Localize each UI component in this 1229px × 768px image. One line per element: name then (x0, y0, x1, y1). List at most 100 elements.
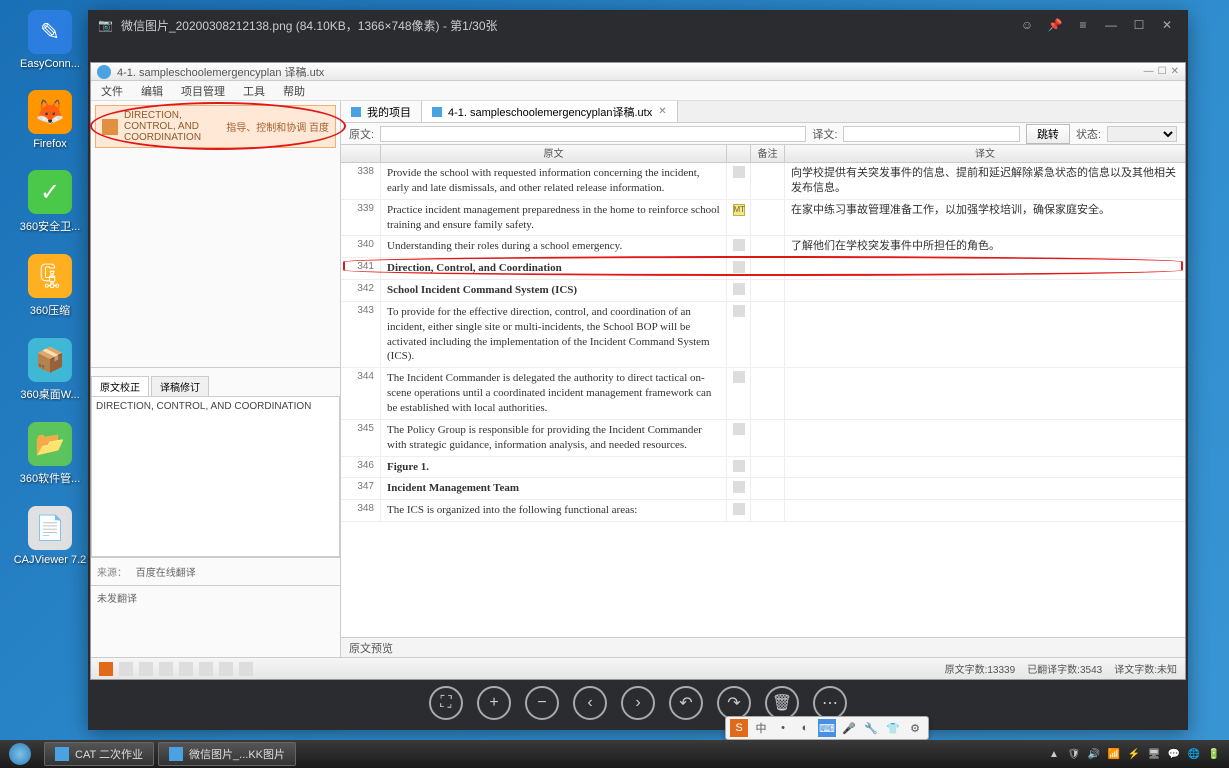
segment-row[interactable]: 338Provide the school with requested inf… (341, 163, 1185, 200)
segment-row[interactable]: 343To provide for the effective directio… (341, 302, 1185, 368)
note-cell[interactable] (751, 302, 785, 367)
source-cell[interactable]: Practice incident management preparednes… (381, 200, 727, 236)
next-button[interactable]: › (621, 686, 655, 720)
tray-icon[interactable]: 📶 (1107, 747, 1121, 761)
ime-tool-icon[interactable]: 🔧 (862, 719, 880, 737)
more-button[interactable]: ⋯ (813, 686, 847, 720)
filter-status-select[interactable] (1107, 126, 1177, 142)
segment-row[interactable]: 339Practice incident management prepared… (341, 200, 1185, 237)
tray-icon[interactable]: ▲ (1047, 747, 1061, 761)
note-cell[interactable] (751, 280, 785, 301)
filter-src-input[interactable] (380, 126, 806, 142)
note-cell[interactable] (751, 236, 785, 257)
grid-body[interactable]: 338Provide the school with requested inf… (341, 163, 1185, 637)
segment-row[interactable]: 342School Incident Command System (ICS) (341, 280, 1185, 302)
ime-mic-icon[interactable]: 🎤 (840, 719, 858, 737)
source-cell[interactable]: Provide the school with requested inform… (381, 163, 727, 199)
document-tab[interactable]: 4-1. sampleschoolemergencyplan译稿.utx✕ (422, 101, 678, 122)
segment-row[interactable]: 348The ICS is organized into the followi… (341, 500, 1185, 522)
note-cell[interactable] (751, 200, 785, 236)
target-cell[interactable] (785, 280, 1185, 301)
tray-icon[interactable]: 🌐 (1187, 747, 1201, 761)
rotate-right-button[interactable]: ↷ (717, 686, 751, 720)
desktop-icon[interactable]: 🦊Firefox (10, 90, 90, 150)
source-cell[interactable]: Incident Management Team (381, 478, 727, 499)
ime-lang-button[interactable]: 中 (752, 719, 770, 737)
zoom-in-button[interactable]: + (477, 686, 511, 720)
target-cell[interactable]: 在家中练习事故管理准备工作，以加强学校培训，确保家庭安全。 (785, 200, 1185, 236)
source-cell[interactable]: The Policy Group is responsible for prov… (381, 420, 727, 456)
menu-item[interactable]: 项目管理 (181, 83, 225, 99)
ime-skin-icon[interactable]: 👕 (884, 719, 902, 737)
desktop-icon[interactable]: 🗜360压缩 (10, 254, 90, 318)
ime-punct-button[interactable]: • (774, 719, 792, 737)
source-cell[interactable]: The ICS is organized into the following … (381, 500, 727, 521)
filter-tgt-input[interactable] (843, 126, 1020, 142)
filter-go-button[interactable]: 跳转 (1026, 124, 1070, 144)
fit-button[interactable]: ⛶ (429, 686, 463, 720)
segment-row[interactable]: 340Understanding their roles during a sc… (341, 236, 1185, 258)
source-cell[interactable]: Direction, Control, and Coordination (381, 258, 727, 279)
delete-button[interactable]: 🗑 (765, 686, 799, 720)
ime-toolbar[interactable]: S 中 • ◐ ⌨ 🎤 🔧 👕 ⚙ (725, 716, 929, 740)
tray-icon[interactable]: 🖥 (1147, 747, 1161, 761)
tray-icon[interactable]: 🛡 (1067, 747, 1081, 761)
note-cell[interactable] (751, 500, 785, 521)
target-cell[interactable]: 向学校提供有关突发事件的信息、提前和延迟解除紧急状态的信息以及其他相关发布信息。 (785, 163, 1185, 199)
taskbar-item[interactable]: CAT 二次作业 (44, 742, 154, 766)
tray-icon[interactable]: ⚡ (1127, 747, 1141, 761)
note-cell[interactable] (751, 368, 785, 419)
segment-row[interactable]: 345The Policy Group is responsible for p… (341, 420, 1185, 457)
menu-item[interactable]: 工具 (243, 83, 265, 99)
target-cell[interactable] (785, 420, 1185, 456)
status-icon[interactable] (119, 662, 133, 676)
status-icon[interactable] (219, 662, 233, 676)
target-cell[interactable] (785, 478, 1185, 499)
zoom-out-button[interactable]: − (525, 686, 559, 720)
target-cell[interactable] (785, 368, 1185, 419)
viewer-pin-icon[interactable]: 📌 (1044, 14, 1066, 36)
viewer-feedback-icon[interactable]: ☺ (1016, 14, 1038, 36)
target-cell[interactable]: 了解他们在学校突发事件中所担任的角色。 (785, 236, 1185, 257)
maximize-button[interactable]: ☐ (1128, 14, 1150, 36)
taskbar-item[interactable]: 微信图片_...KK图片 (158, 742, 296, 766)
tm-match-entry[interactable]: DIRECTION, CONTROL, AND COORDINATION 指导、… (95, 105, 336, 148)
desktop-icon[interactable]: 📦360桌面W... (10, 338, 90, 402)
note-cell[interactable] (751, 457, 785, 478)
note-cell[interactable] (751, 258, 785, 279)
note-cell[interactable] (751, 163, 785, 199)
desktop-icon[interactable]: 📂360软件管... (10, 422, 90, 486)
status-icon[interactable] (179, 662, 193, 676)
status-icon[interactable] (199, 662, 213, 676)
sidebar-tab-target[interactable]: 译稿修订 (151, 376, 209, 396)
close-button[interactable]: ✕ (1156, 14, 1178, 36)
source-cell[interactable]: To provide for the effective direction, … (381, 302, 727, 367)
target-cell[interactable] (785, 500, 1185, 521)
rotate-left-button[interactable]: ↶ (669, 686, 703, 720)
tray-icon[interactable]: 🔋 (1207, 747, 1221, 761)
cat-min-icon[interactable]: — (1144, 66, 1154, 77)
ime-settings-icon[interactable]: ⚙ (906, 719, 924, 737)
ime-keyboard-icon[interactable]: ⌨ (818, 719, 836, 737)
desktop-icon[interactable]: ✎EasyConn... (10, 10, 90, 70)
status-icon[interactable] (239, 662, 253, 676)
segment-row[interactable]: 347Incident Management Team (341, 478, 1185, 500)
source-cell[interactable]: Figure 1. (381, 457, 727, 478)
source-cell[interactable]: School Incident Command System (ICS) (381, 280, 727, 301)
note-cell[interactable] (751, 420, 785, 456)
ime-logo-icon[interactable]: S (730, 719, 748, 737)
desktop-icon[interactable]: ✓360安全卫... (10, 170, 90, 234)
segment-row[interactable]: 344The Incident Commander is delegated t… (341, 368, 1185, 420)
status-icon[interactable] (159, 662, 173, 676)
prev-button[interactable]: ‹ (573, 686, 607, 720)
menu-item[interactable]: 文件 (101, 83, 123, 99)
cat-close-icon[interactable]: ✕ (1171, 66, 1179, 77)
ime-shape-button[interactable]: ◐ (796, 719, 814, 737)
status-icon[interactable] (99, 662, 113, 676)
tray-icon[interactable]: 💬 (1167, 747, 1181, 761)
target-cell[interactable] (785, 258, 1185, 279)
source-cell[interactable]: Understanding their roles during a schoo… (381, 236, 727, 257)
minimize-button[interactable]: — (1100, 14, 1122, 36)
target-cell[interactable] (785, 302, 1185, 367)
status-icon[interactable] (139, 662, 153, 676)
